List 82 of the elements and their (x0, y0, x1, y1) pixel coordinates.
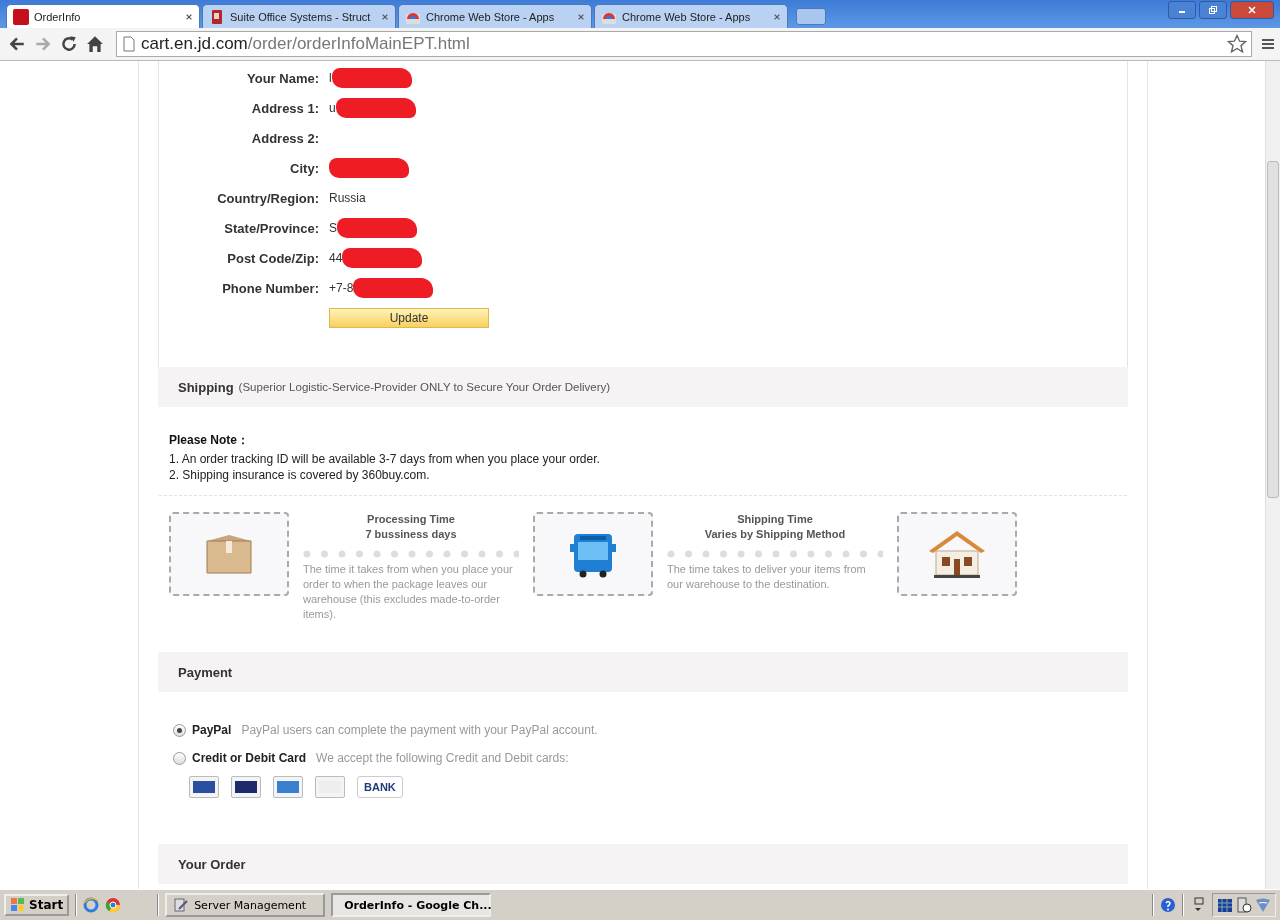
browser-icon[interactable] (105, 897, 122, 913)
tab-title: OrderInfo (34, 10, 82, 23)
step-subtitle: Varies by Shipping Method (704, 527, 846, 542)
box-icon (169, 512, 289, 596)
windows-logo-icon (10, 897, 26, 913)
field-value: +7-8 (329, 281, 354, 295)
page-icon (123, 36, 135, 52)
taskbar-button[interactable]: Server Management (165, 893, 326, 917)
field-label: State/Province: (223, 220, 319, 236)
server-tool-icon (173, 897, 190, 913)
field-value: u (329, 101, 336, 115)
logo-icon (13, 8, 29, 25)
radio-button[interactable] (173, 723, 186, 737)
reload-icon[interactable] (60, 35, 78, 53)
start-button[interactable]: Start (4, 894, 70, 916)
note-title: Please Note： (169, 432, 251, 449)
step-title: Processing Time (367, 512, 455, 527)
browser-tab[interactable]: Chrome Web Store - Apps (398, 4, 592, 28)
field-value: 44 (329, 251, 343, 265)
address-bar[interactable]: cart.en.jd.com/order/orderInfoMainEPT.html (116, 31, 1252, 57)
tab-title: Chrome Web Store - Apps (426, 10, 556, 23)
back-icon[interactable] (8, 35, 26, 53)
field-value: l (329, 71, 332, 85)
section-title: Payment (178, 664, 233, 680)
step-title: Shipping Time (737, 512, 813, 527)
section-subtitle: (Superior Logistic-Service-Provider ONLY to Secure Your Order Delivery) (238, 381, 611, 393)
scrollbar[interactable] (1265, 61, 1280, 889)
section-title: Your Order (178, 856, 246, 872)
server-icon[interactable] (1236, 897, 1252, 913)
field-value: S (329, 221, 337, 235)
star-icon[interactable] (1227, 34, 1247, 54)
field-label: Your Name: (246, 70, 319, 86)
url-path: /order/orderInfoMainEPT.html (247, 34, 470, 53)
book-icon (209, 8, 225, 25)
update-button[interactable]: Update (329, 308, 489, 328)
bank-card: BANK (357, 776, 403, 798)
bus-icon (533, 512, 653, 596)
field-label: Phone Number: (221, 280, 319, 296)
option-description: PayPal users can complete the payment with your PayPal account. (241, 723, 598, 737)
card-icon (189, 776, 219, 798)
option-label: PayPal (192, 723, 232, 737)
field-label: Address 2: (250, 130, 319, 146)
help-icon[interactable] (1160, 897, 1176, 913)
note-text: 1. An order tracking ID will be available 3-7 days from when you place your order. (169, 451, 601, 467)
card-icon (315, 776, 345, 798)
home-icon[interactable] (86, 35, 104, 53)
close-button[interactable] (1230, 1, 1274, 19)
tab-title: Chrome Web Store - Apps (622, 10, 752, 23)
close-icon[interactable] (381, 12, 389, 21)
note-text: 2. Shipping insurance is covered by 360buy.com. (169, 467, 431, 483)
menu-icon[interactable] (1260, 36, 1276, 52)
restore-icon (1208, 5, 1218, 15)
field-value: Russia (329, 191, 366, 205)
field-label: Address 1: (250, 100, 319, 116)
tab-title: Suite Office Systems - Struct (230, 10, 372, 23)
close-icon (1247, 5, 1257, 15)
restore-button[interactable] (1199, 1, 1227, 19)
radio-button[interactable] (173, 751, 186, 765)
new-tab-button[interactable] (796, 8, 826, 25)
field-label: City: (289, 160, 319, 176)
close-icon[interactable] (773, 12, 781, 21)
close-icon[interactable] (185, 12, 193, 21)
step-description: The time takes to deliver your items from our warehouse to the destination. (667, 562, 867, 592)
minimize-button[interactable] (1168, 1, 1196, 19)
card-icon (273, 776, 303, 798)
url-host: cart.en.jd.com (141, 34, 248, 53)
browser-tab[interactable]: Chrome Web Store - Apps (594, 4, 788, 28)
step-subtitle: 7 bussiness days (365, 527, 457, 542)
option-description: We accept the following Credit and Debit cards: (316, 751, 569, 765)
step-description: The time it takes from when you place your order to when the package leaves our warehouse (this excludes made-to-order items). (303, 562, 514, 622)
section-title: Shipping (178, 379, 234, 395)
browser-tab[interactable]: Suite Office Systems - Struct (202, 4, 396, 28)
browser-tab[interactable]: OrderInfo (6, 4, 200, 28)
grid-icon[interactable] (1217, 897, 1233, 913)
browser-icon[interactable] (83, 897, 100, 913)
field-label: Country/Region: (216, 190, 319, 206)
house-icon (897, 512, 1017, 596)
option-label: Credit or Debit Card (192, 751, 306, 765)
card-icon (231, 776, 261, 798)
field-label: Post Code/Zip: (226, 250, 319, 266)
close-icon[interactable] (577, 12, 585, 21)
taskbar-button[interactable]: OrderInfo - Google Ch... (331, 893, 492, 917)
